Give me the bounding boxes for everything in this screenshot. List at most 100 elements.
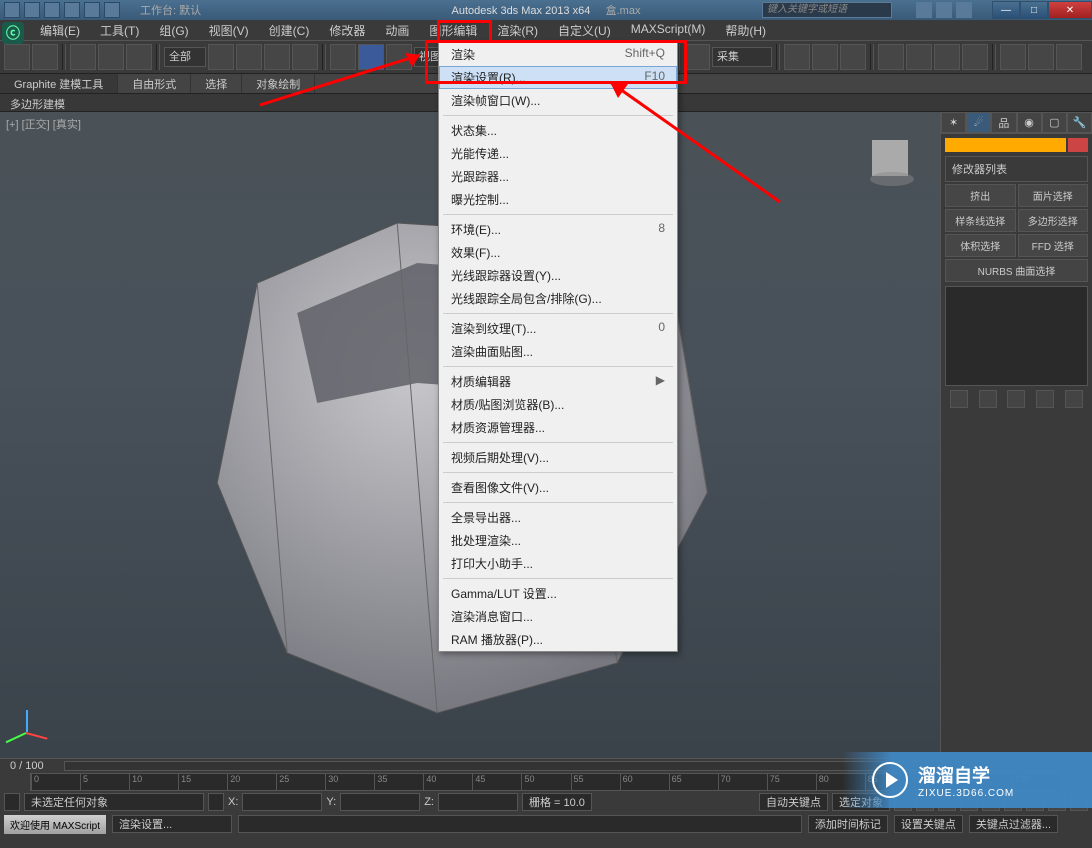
menu-item[interactable]: 材质/贴图浏览器(B)... — [439, 393, 677, 416]
remove-mod-icon[interactable] — [1036, 390, 1054, 408]
modify-tab-icon[interactable]: ☄ — [966, 112, 991, 133]
name-color-swatch[interactable] — [945, 138, 1066, 152]
undo-icon[interactable] — [4, 44, 30, 70]
make-unique-icon[interactable] — [1007, 390, 1025, 408]
menu-item[interactable]: 材质资源管理器... — [439, 416, 677, 439]
add-time-tag[interactable]: 添加时间标记 — [808, 815, 888, 833]
btn-face-select[interactable]: 面片选择 — [1018, 184, 1089, 207]
menu-graph-editors[interactable]: 图形编辑 — [419, 20, 487, 40]
menu-item[interactable]: Gamma/LUT 设置... — [439, 582, 677, 605]
curve-editor-icon[interactable] — [906, 44, 932, 70]
viewport-label[interactable]: [+] [正交] [真实] — [6, 116, 81, 132]
selection-filter[interactable]: 全部 — [164, 47, 206, 67]
menu-item[interactable]: 渲染帧窗口(W)... — [439, 89, 677, 112]
ribbon-tab-graphite[interactable]: Graphite 建模工具 — [0, 74, 118, 93]
view-cube[interactable] — [860, 132, 920, 192]
menu-item[interactable]: 视频后期处理(V)... — [439, 446, 677, 469]
menu-item[interactable]: 渲染曲面贴图... — [439, 340, 677, 363]
motion-tab-icon[interactable]: ◉ — [1017, 112, 1042, 133]
menu-item[interactable]: 光线跟踪全局包含/排除(G)... — [439, 287, 677, 310]
configure-icon[interactable] — [1065, 390, 1083, 408]
ribbon-tab-object-paint[interactable]: 对象绘制 — [242, 74, 315, 93]
z-coord-input[interactable] — [438, 793, 518, 811]
btn-ffd-select[interactable]: FFD 选择 — [1018, 234, 1089, 257]
ribbon-tab-selection[interactable]: 选择 — [191, 74, 242, 93]
named-selection-set[interactable]: 采集 — [712, 47, 772, 67]
btn-poly-select[interactable]: 多边形选择 — [1018, 209, 1089, 232]
menu-item[interactable]: 效果(F)... — [439, 241, 677, 264]
show-result-icon[interactable] — [979, 390, 997, 408]
lock-icon[interactable] — [4, 793, 20, 811]
menu-modifiers[interactable]: 修改器 — [319, 20, 375, 40]
menu-tools[interactable]: 工具(T) — [90, 20, 149, 40]
btn-extrude[interactable]: 挤出 — [945, 184, 1016, 207]
minimize-button[interactable]: — — [992, 1, 1020, 19]
menu-item[interactable]: 光跟踪器... — [439, 165, 677, 188]
create-tab-icon[interactable]: ✶ — [941, 112, 966, 133]
menu-item[interactable]: 查看图像文件(V)... — [439, 476, 677, 499]
key-filters-button[interactable]: 关键点过滤器... — [969, 815, 1058, 833]
link-icon[interactable] — [70, 44, 96, 70]
btn-volume-select[interactable]: 体积选择 — [945, 234, 1016, 257]
render-icon[interactable] — [1056, 44, 1082, 70]
window-crossing-icon[interactable] — [292, 44, 318, 70]
menu-item[interactable]: RAM 播放器(P)... — [439, 628, 677, 651]
btn-spline-select[interactable]: 样条线选择 — [945, 209, 1016, 232]
ribbon-toggle-icon[interactable] — [878, 44, 904, 70]
y-coord-input[interactable] — [340, 793, 420, 811]
menu-item[interactable]: 光线跟踪器设置(Y)... — [439, 264, 677, 287]
info-icon[interactable] — [916, 2, 932, 18]
help-search-input[interactable]: 键入关键字或短语 — [762, 2, 892, 18]
modifier-list-dropdown[interactable]: 修改器列表 — [945, 156, 1088, 182]
menu-rendering[interactable]: 渲染(R) — [487, 20, 548, 40]
lock-selection-icon[interactable] — [208, 793, 224, 811]
menu-item[interactable]: 打印大小助手... — [439, 552, 677, 575]
maximize-button[interactable]: □ — [1020, 1, 1048, 19]
qat-link-icon[interactable] — [104, 2, 120, 18]
modifier-stack[interactable] — [945, 286, 1088, 386]
rotate-icon[interactable] — [358, 44, 384, 70]
maxscript-listener[interactable] — [238, 815, 802, 833]
menu-animation[interactable]: 动画 — [375, 20, 419, 40]
select-name-icon[interactable] — [236, 44, 262, 70]
menu-item[interactable]: 全景导出器... — [439, 506, 677, 529]
menu-item[interactable]: 渲染设置(R)...F10 — [439, 66, 677, 89]
qat-undo-icon[interactable] — [64, 2, 80, 18]
mirror-icon[interactable] — [784, 44, 810, 70]
scale-icon[interactable] — [386, 44, 412, 70]
layer-icon[interactable] — [840, 44, 866, 70]
set-key-button[interactable]: 设置关键点 — [894, 815, 963, 833]
auto-key-button[interactable]: 自动关键点 — [759, 793, 828, 811]
ribbon-tab-freeform[interactable]: 自由形式 — [118, 74, 191, 93]
menu-item[interactable]: 环境(E)...8 — [439, 218, 677, 241]
menu-item[interactable]: 光能传递... — [439, 142, 677, 165]
workspace-label[interactable]: 工作台: 默认 — [140, 2, 201, 18]
move-icon[interactable] — [330, 44, 356, 70]
star-icon[interactable] — [936, 2, 952, 18]
bind-icon[interactable] — [126, 44, 152, 70]
named-selection-icon[interactable] — [684, 44, 710, 70]
qat-open-icon[interactable] — [24, 2, 40, 18]
close-button[interactable]: ✕ — [1048, 1, 1092, 19]
qat-redo-icon[interactable] — [84, 2, 100, 18]
display-tab-icon[interactable]: ▢ — [1042, 112, 1067, 133]
redo-icon[interactable] — [32, 44, 58, 70]
btn-nurbs-select[interactable]: NURBS 曲面选择 — [945, 259, 1088, 282]
qat-new-icon[interactable] — [4, 2, 20, 18]
qat-save-icon[interactable] — [44, 2, 60, 18]
object-color-swatch[interactable] — [1068, 138, 1088, 152]
render-frame-icon[interactable] — [1028, 44, 1054, 70]
render-setup-icon[interactable] — [1000, 44, 1026, 70]
menu-item[interactable]: 渲染Shift+Q — [439, 43, 677, 66]
select-region-icon[interactable] — [264, 44, 290, 70]
menu-edit[interactable]: 编辑(E) — [30, 20, 90, 40]
app-menu-icon[interactable]: ⓒ — [2, 22, 24, 44]
menu-group[interactable]: 组(G) — [149, 20, 198, 40]
menu-maxscript[interactable]: MAXScript(M) — [621, 20, 716, 40]
select-icon[interactable] — [208, 44, 234, 70]
schematic-icon[interactable] — [934, 44, 960, 70]
unlink-icon[interactable] — [98, 44, 124, 70]
menu-item[interactable]: 批处理渲染... — [439, 529, 677, 552]
align-icon[interactable] — [812, 44, 838, 70]
menu-item[interactable]: 材质编辑器▶ — [439, 370, 677, 393]
